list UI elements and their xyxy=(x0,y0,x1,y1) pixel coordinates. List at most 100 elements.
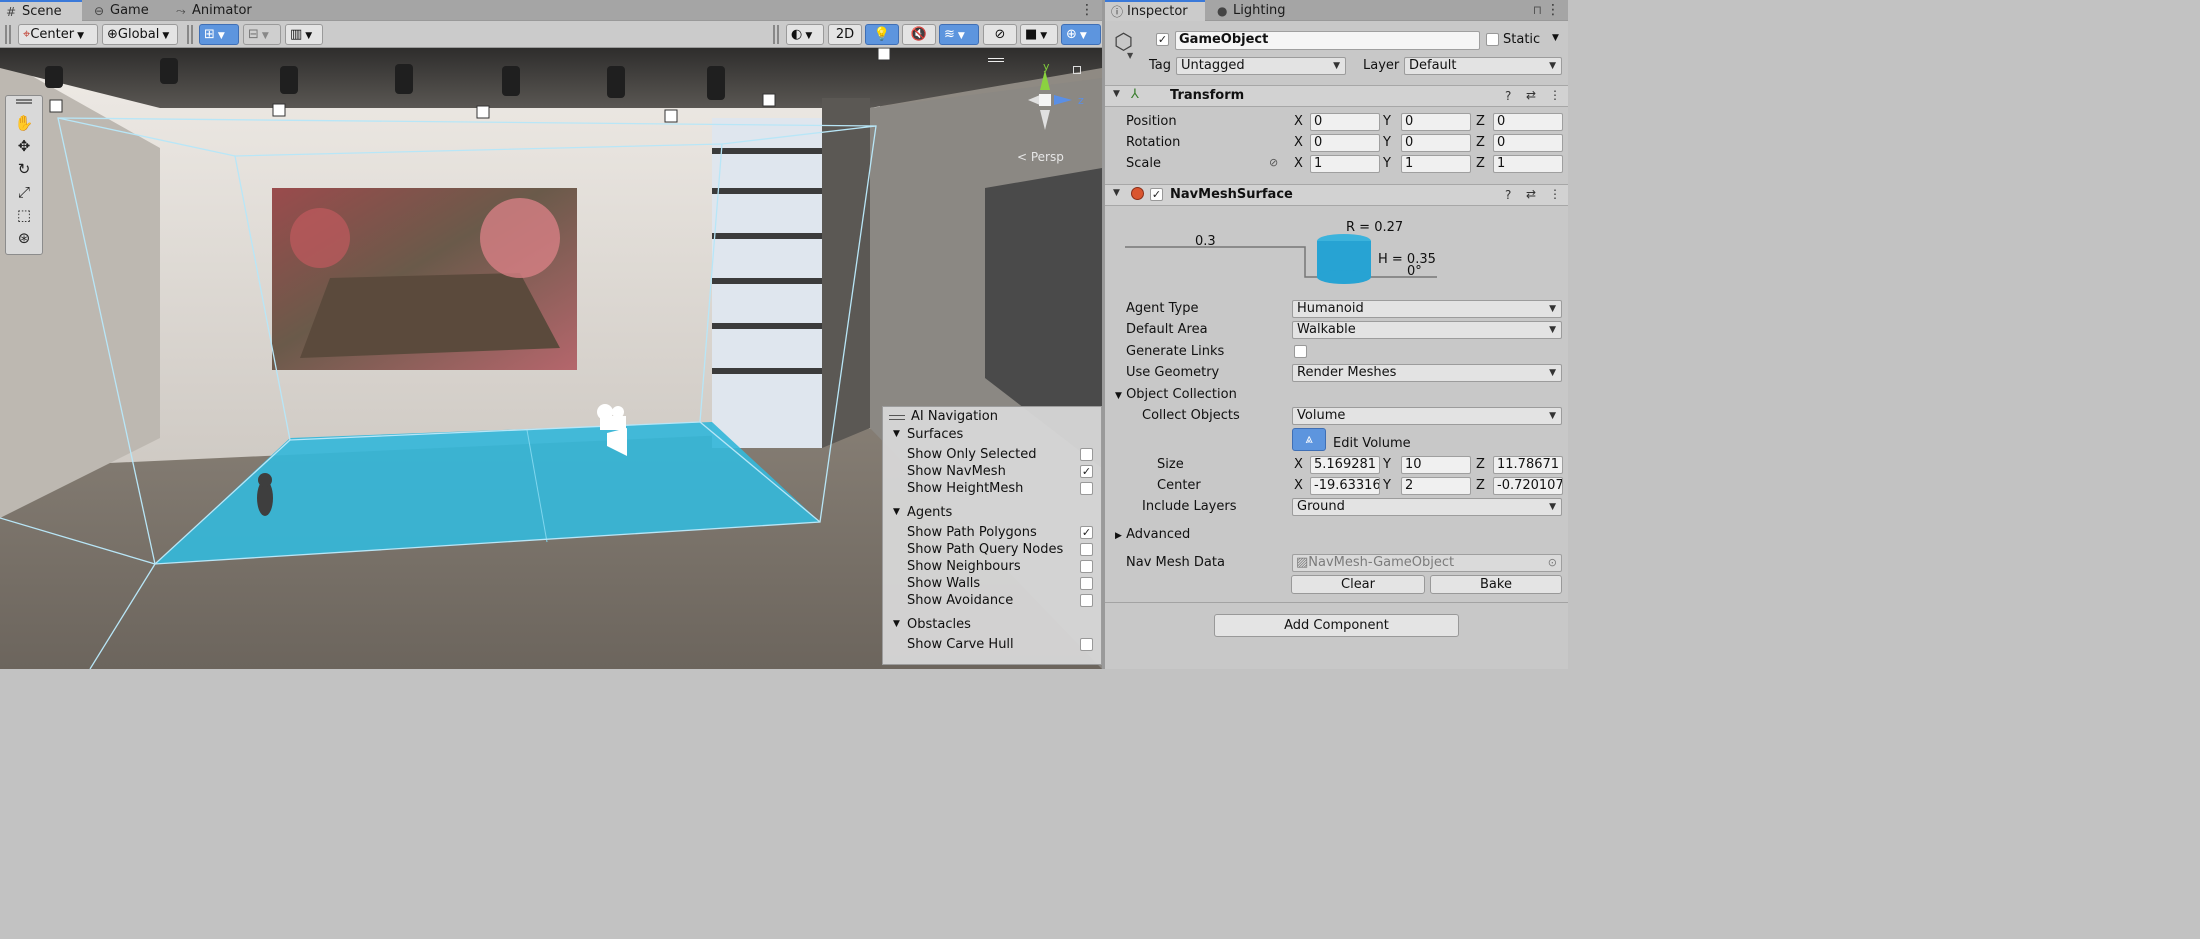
shading-mode-dropdown[interactable]: ◐ ▼ xyxy=(786,24,824,45)
volume-center-x-field[interactable]: -19.63316 xyxy=(1310,477,1380,495)
ainav-option[interactable]: Show Only Selected xyxy=(883,446,1103,463)
default-area-dropdown[interactable]: Walkable ▼ xyxy=(1292,321,1562,339)
pivot-dropdown[interactable]: ⌖Center ▼ xyxy=(18,24,98,45)
volume-size-x-field[interactable]: 5.169281 xyxy=(1310,456,1380,474)
more-menu-icon[interactable]: ⋮ xyxy=(1080,2,1094,18)
scale-x-field[interactable]: 1 xyxy=(1310,155,1380,173)
object-name-input[interactable]: GameObject xyxy=(1175,31,1480,50)
scene-visibility-button[interactable]: ⊘ xyxy=(983,24,1017,45)
position-y-field[interactable]: 0 xyxy=(1401,113,1471,131)
rotate-tool-icon[interactable]: ↻ xyxy=(10,158,38,180)
increment-snap-button[interactable]: ⊟ ▼ xyxy=(243,24,281,45)
presets-icon[interactable]: ⇄ xyxy=(1526,88,1536,102)
ainav-section-2[interactable]: ▼ Obstacles xyxy=(883,616,1103,633)
option-checkbox[interactable] xyxy=(1080,638,1093,651)
navmesh-enabled-checkbox[interactable]: ✓ xyxy=(1150,188,1163,201)
lock-icon[interactable]: ⊓ xyxy=(1533,3,1542,17)
tab-game[interactable]: ⊖ Game xyxy=(88,0,162,21)
toggle-2d-button[interactable]: 2D xyxy=(828,24,862,45)
rotation-z-field[interactable]: 0 xyxy=(1493,134,1563,152)
option-checkbox[interactable] xyxy=(1080,543,1093,556)
help-icon[interactable]: ? xyxy=(1505,188,1511,202)
transform-tool-icon[interactable]: ⊛ xyxy=(10,227,38,249)
ainav-option[interactable]: Show Avoidance xyxy=(883,592,1103,609)
drag-handle-icon[interactable] xyxy=(16,99,32,104)
ainav-section-0[interactable]: ▼ Surfaces xyxy=(883,426,1103,443)
link-scale-icon[interactable]: ⊘ xyxy=(1269,156,1278,169)
ainav-option[interactable]: Show Path Polygons ✓ xyxy=(883,524,1103,541)
camera-dropdown[interactable]: ■ ▼ xyxy=(1020,24,1058,45)
option-checkbox[interactable] xyxy=(1080,577,1093,590)
orientation-gizmo[interactable]: y z xyxy=(1010,60,1090,140)
help-icon[interactable]: ? xyxy=(1505,89,1511,103)
use-geometry-dropdown[interactable]: Render Meshes ▼ xyxy=(1292,364,1562,382)
ainav-option[interactable]: Show Carve Hull xyxy=(883,636,1103,653)
active-checkbox[interactable]: ✓ xyxy=(1156,33,1169,46)
tab-inspector[interactable]: ⓘ Inspector xyxy=(1105,0,1205,21)
more-menu-icon[interactable]: ⋮ xyxy=(1546,2,1560,18)
add-component-button[interactable]: Add Component xyxy=(1214,614,1459,637)
nav-mesh-data-field[interactable]: ▨NavMesh-GameObject ⊙ xyxy=(1292,554,1562,572)
scale-y-field[interactable]: 1 xyxy=(1401,155,1471,173)
collect-objects-dropdown[interactable]: Volume ▼ xyxy=(1292,407,1562,425)
persp-label[interactable]: < Persp xyxy=(1017,150,1064,164)
more-menu-icon[interactable]: ⋮ xyxy=(1549,88,1561,102)
transform-header[interactable]: ▼ ⅄ Transform ? ⇄ ⋮ xyxy=(1105,85,1568,107)
presets-icon[interactable]: ⇄ xyxy=(1526,187,1536,201)
static-checkbox[interactable] xyxy=(1486,33,1499,46)
generate-links-checkbox[interactable] xyxy=(1294,345,1307,358)
rotation-y-field[interactable]: 0 xyxy=(1401,134,1471,152)
chevron-down-icon[interactable]: ▼ xyxy=(1127,51,1133,60)
ainav-option[interactable]: Show HeightMesh xyxy=(883,480,1103,497)
object-picker-icon[interactable]: ⊙ xyxy=(1548,555,1557,571)
audio-toggle-button[interactable]: 🔇 xyxy=(902,24,936,45)
option-checkbox[interactable] xyxy=(1080,560,1093,573)
tab-scene[interactable]: # Scene xyxy=(0,0,82,21)
move-tool-icon[interactable]: ✥ xyxy=(10,135,38,157)
navmesh-surface-header[interactable]: ▼ ✓ NavMeshSurface ? ⇄ ⋮ xyxy=(1105,184,1568,206)
advanced-foldout[interactable]: ▶ Advanced xyxy=(1115,527,1190,542)
agent-type-dropdown[interactable]: Humanoid ▼ xyxy=(1292,300,1562,318)
position-z-field[interactable]: 0 xyxy=(1493,113,1563,131)
option-checkbox[interactable] xyxy=(1080,594,1093,607)
rect-tool-icon[interactable]: ⬚ xyxy=(10,204,38,226)
grid-snap-button[interactable]: ⊞ ▼ xyxy=(199,24,239,45)
edit-volume-button[interactable]: ⩓ xyxy=(1292,428,1326,451)
object-collection-foldout[interactable]: ▼ Object Collection xyxy=(1115,387,1237,402)
ainav-section-1[interactable]: ▼ Agents xyxy=(883,504,1103,521)
tag-dropdown[interactable]: Untagged ▼ xyxy=(1176,57,1346,75)
layer-dropdown[interactable]: Default ▼ xyxy=(1404,57,1562,75)
option-checkbox[interactable]: ✓ xyxy=(1080,465,1093,478)
gizmos-dropdown[interactable]: ⊕ ▼ xyxy=(1061,24,1101,45)
ruler-button[interactable]: ▥ ▼ xyxy=(285,24,323,45)
ainav-option[interactable]: Show Path Query Nodes xyxy=(883,541,1103,558)
include-layers-dropdown[interactable]: Ground ▼ xyxy=(1292,498,1562,516)
volume-size-z-field[interactable]: 11.78671 xyxy=(1493,456,1563,474)
option-checkbox[interactable]: ✓ xyxy=(1080,526,1093,539)
position-x-field[interactable]: 0 xyxy=(1310,113,1380,131)
rotation-x-field[interactable]: 0 xyxy=(1310,134,1380,152)
lighting-toggle-button[interactable]: 💡 xyxy=(865,24,899,45)
scale-tool-icon[interactable]: ⤢ xyxy=(10,181,38,203)
option-checkbox[interactable] xyxy=(1080,482,1093,495)
ainav-option[interactable]: Show Neighbours xyxy=(883,558,1103,575)
effects-dropdown[interactable]: ≋ ▼ xyxy=(939,24,979,45)
tab-lighting[interactable]: ● Lighting xyxy=(1211,0,1301,21)
scale-z-field[interactable]: 1 xyxy=(1493,155,1563,173)
lock-icon[interactable] xyxy=(1073,66,1081,74)
space-dropdown[interactable]: ⊕Global ▼ xyxy=(102,24,178,45)
hand-tool-icon[interactable]: ✋ xyxy=(10,112,38,134)
volume-center-y-field[interactable]: 2 xyxy=(1401,477,1471,495)
ai-navigation-header[interactable]: AI Navigation xyxy=(883,408,1103,425)
tab-animator[interactable]: ⤳ Animator xyxy=(170,0,260,21)
more-menu-icon[interactable]: ⋮ xyxy=(1549,187,1561,201)
chevron-down-icon[interactable]: ▼ xyxy=(1552,33,1559,43)
volume-center-z-field[interactable]: -0.720107 xyxy=(1493,477,1563,495)
bake-button[interactable]: Bake xyxy=(1430,575,1562,594)
option-checkbox[interactable] xyxy=(1080,448,1093,461)
clear-button[interactable]: Clear xyxy=(1291,575,1425,594)
ainav-option[interactable]: Show NavMesh ✓ xyxy=(883,463,1103,480)
overlay-handle-icon[interactable] xyxy=(988,58,1004,62)
ainav-option[interactable]: Show Walls xyxy=(883,575,1103,592)
volume-size-y-field[interactable]: 10 xyxy=(1401,456,1471,474)
